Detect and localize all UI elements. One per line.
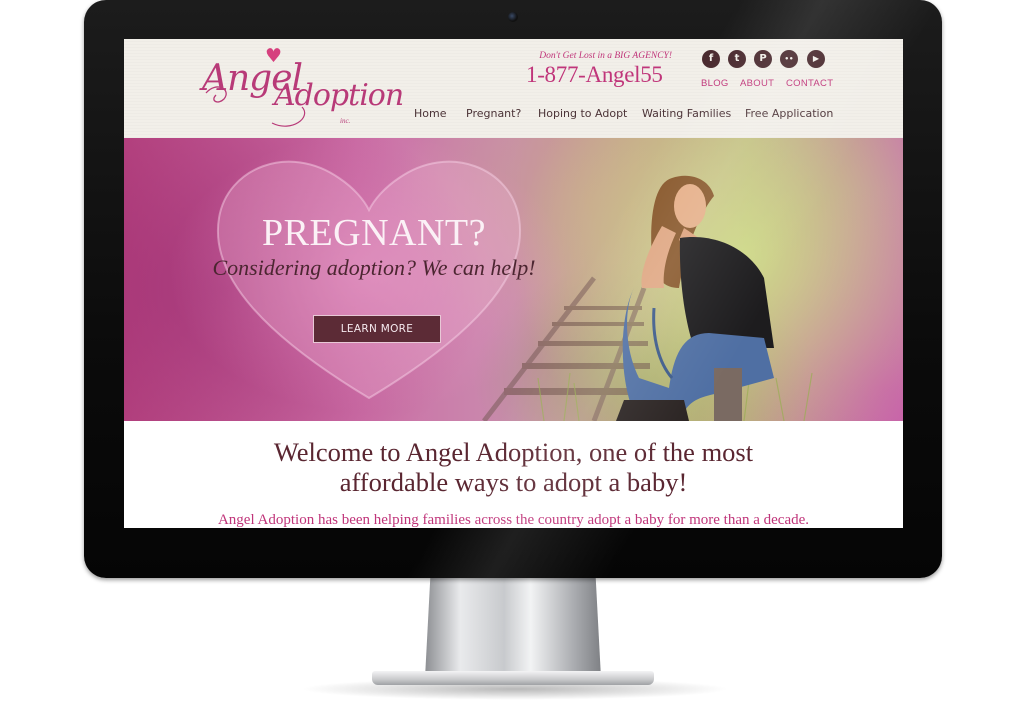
camera-icon	[508, 12, 518, 22]
nav-hoping-to-adopt[interactable]: Hoping to Adopt	[538, 107, 627, 120]
website-screen: ♥ Angel Adoption inc. Don't Get Lost in …	[124, 39, 903, 528]
welcome-heading: Welcome to Angel Adoption, one of the mo…	[124, 437, 903, 497]
hero-banner: PREGNANT? Considering adoption? We can h…	[124, 138, 903, 421]
hero-subtitle: Considering adoption? We can help!	[212, 255, 536, 280]
logo[interactable]: ♥ Angel Adoption inc.	[202, 47, 404, 133]
tagline: Don't Get Lost in a BIG AGENCY!	[539, 51, 672, 61]
facebook-icon[interactable]: f	[702, 50, 720, 68]
nav-pregnant[interactable]: Pregnant?	[466, 107, 521, 120]
contact-link[interactable]: CONTACT	[786, 78, 833, 89]
youtube-icon[interactable]: ▶	[807, 50, 825, 68]
about-link[interactable]: ABOUT	[740, 78, 774, 89]
monitor-stand	[425, 578, 601, 678]
site-header: ♥ Angel Adoption inc. Don't Get Lost in …	[124, 39, 903, 138]
welcome-line-1: Welcome to Angel Adoption, one of the mo…	[273, 437, 754, 467]
logo-text-adoption: Adoption	[274, 78, 404, 113]
intro-text: Angel Adoption has been helping families…	[217, 512, 810, 528]
welcome-line-2: affordable ways to adopt a baby!	[339, 467, 688, 497]
flickr-icon[interactable]: ••	[780, 50, 798, 68]
learn-more-button[interactable]: LEARN MORE	[313, 315, 441, 343]
nav-waiting-families[interactable]: Waiting Families	[642, 107, 731, 120]
nav-home[interactable]: Home	[414, 107, 446, 120]
phone-number[interactable]: 1-877-Angel55	[526, 62, 676, 88]
hero-title: PREGNANT?	[261, 212, 487, 254]
nav-free-application[interactable]: Free Application	[745, 107, 833, 120]
twitter-icon[interactable]: t	[728, 50, 746, 68]
blog-link[interactable]: BLOG	[701, 78, 729, 89]
logo-text-inc: inc.	[340, 117, 351, 125]
pinterest-icon[interactable]: P	[754, 50, 772, 68]
monitor-stand-base	[372, 671, 654, 685]
